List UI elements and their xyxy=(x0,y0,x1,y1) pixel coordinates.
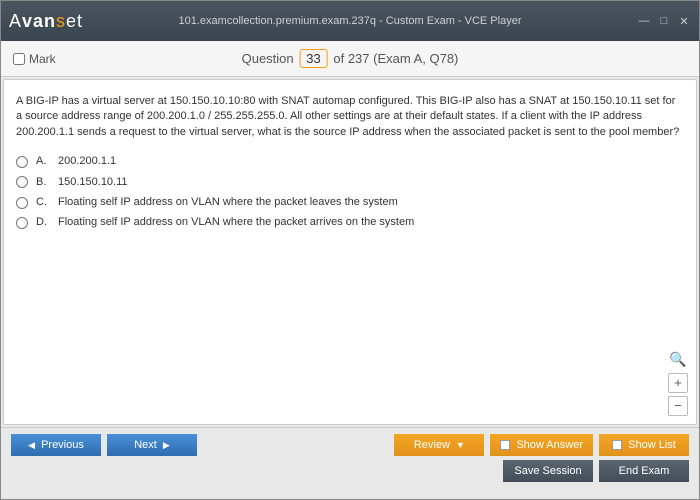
option-c[interactable]: C. Floating self IP address on VLAN wher… xyxy=(16,195,684,210)
zoom-in-button[interactable]: + xyxy=(668,373,688,393)
show-answer-button[interactable]: Show Answer xyxy=(490,434,593,456)
mark-checkbox[interactable] xyxy=(13,53,25,65)
next-button[interactable]: Next ▶ xyxy=(107,434,197,456)
question-number: Question 33 of 237 (Exam A, Q78) xyxy=(242,49,459,68)
close-icon[interactable]: ✕ xyxy=(677,15,691,28)
maximize-icon[interactable]: □ xyxy=(657,15,671,28)
footer: ◀ Previous Next ▶ Review ▼ Show Answer S… xyxy=(1,427,699,492)
question-header: Mark Question 33 of 237 (Exam A, Q78) xyxy=(1,41,699,77)
option-b[interactable]: B. 150.150.10.11 xyxy=(16,175,684,190)
checkbox-icon xyxy=(500,440,510,450)
options-list: A. 200.200.1.1 B. 150.150.10.11 C. Float… xyxy=(16,154,684,231)
content-area: A BIG-IP has a virtual server at 150.150… xyxy=(3,79,697,425)
radio-a[interactable] xyxy=(16,156,28,168)
chevron-left-icon: ◀ xyxy=(28,440,35,451)
question-text: A BIG-IP has a virtual server at 150.150… xyxy=(16,94,684,140)
review-button[interactable]: Review ▼ xyxy=(394,434,484,456)
zoom-controls: 🔍 + − xyxy=(668,350,688,416)
radio-b[interactable] xyxy=(16,176,28,188)
option-d[interactable]: D. Floating self IP address on VLAN wher… xyxy=(16,215,684,230)
window-title: 101.examcollection.premium.exam.237q - C… xyxy=(179,15,522,27)
option-a[interactable]: A. 200.200.1.1 xyxy=(16,154,684,169)
zoom-out-button[interactable]: − xyxy=(668,396,688,416)
chevron-down-icon: ▼ xyxy=(456,440,465,450)
chevron-right-icon: ▶ xyxy=(163,440,170,451)
radio-d[interactable] xyxy=(16,217,28,229)
magnifier-icon[interactable]: 🔍 xyxy=(668,350,688,370)
end-exam-button[interactable]: End Exam xyxy=(599,460,689,482)
mark-label: Mark xyxy=(29,52,56,66)
show-list-button[interactable]: Show List xyxy=(599,434,689,456)
save-session-button[interactable]: Save Session xyxy=(503,460,593,482)
logo: Avanset xyxy=(9,11,83,32)
previous-button[interactable]: ◀ Previous xyxy=(11,434,101,456)
minimize-icon[interactable]: — xyxy=(637,15,651,28)
titlebar: Avanset 101.examcollection.premium.exam.… xyxy=(1,1,699,41)
current-question-num: 33 xyxy=(299,49,327,68)
checkbox-icon xyxy=(612,440,622,450)
window-controls: — □ ✕ xyxy=(637,15,691,28)
radio-c[interactable] xyxy=(16,197,28,209)
mark-checkbox-wrap[interactable]: Mark xyxy=(13,52,56,66)
